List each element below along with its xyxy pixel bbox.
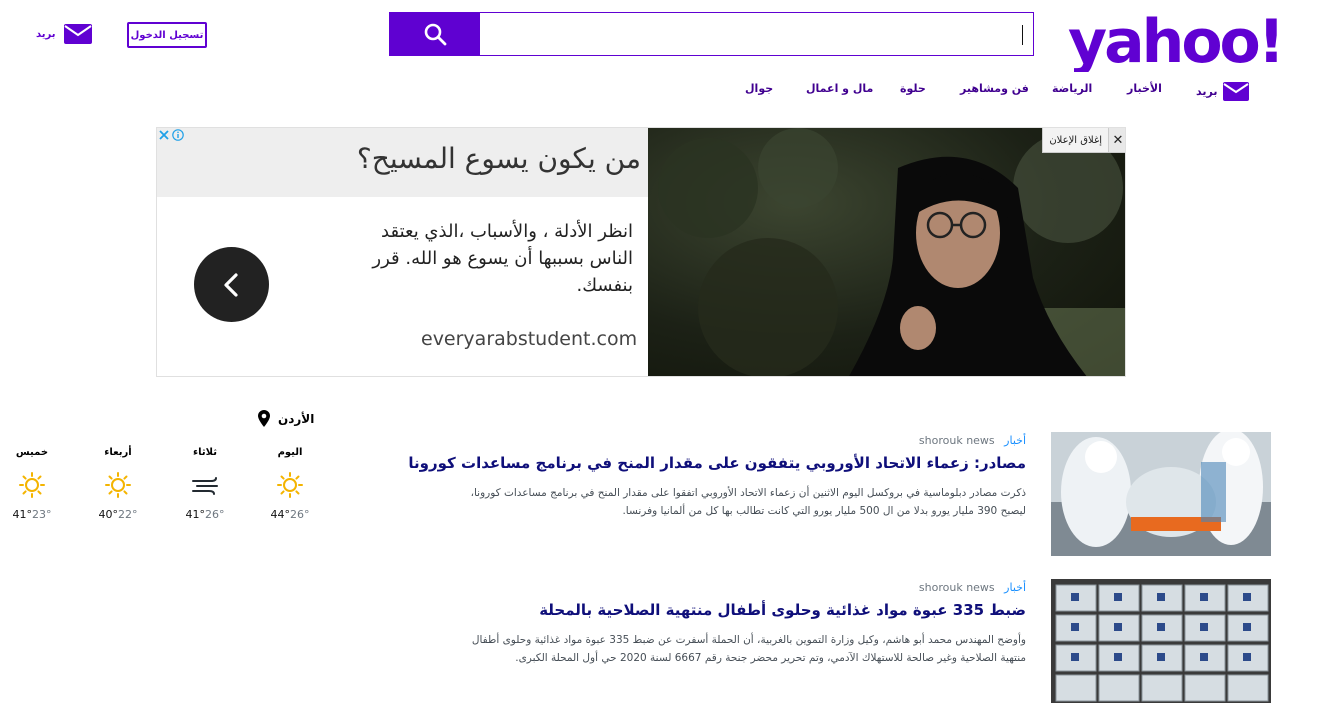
news-meta: أخبار shorouk news: [919, 581, 1026, 594]
ad-url[interactable]: everyarabstudent.com: [421, 328, 637, 350]
temp-low: 26°: [290, 508, 310, 521]
news-category[interactable]: أخبار: [1004, 434, 1026, 447]
location-pin-icon: [258, 410, 270, 427]
close-icon: ✕: [1108, 128, 1125, 152]
news-source: shorouk news: [918, 434, 995, 447]
mail-label: بريد: [36, 28, 56, 40]
ad-next-button[interactable]: [194, 247, 269, 322]
nav-item-sports[interactable]: الرياضة: [1052, 82, 1092, 102]
ad-banner[interactable]: من يكون يسوع المسيح؟ انظر الأدلة ، والأس…: [156, 127, 1126, 377]
location-label: الأردن: [278, 411, 315, 426]
news-title[interactable]: ضبط 335 عبوة مواد غذائية وحلوى أطفال منت…: [436, 601, 1026, 619]
weather-temps: 41°26°: [175, 508, 235, 521]
info-icon: [172, 129, 184, 141]
ad-image[interactable]: إغلاق الإعلان ✕: [648, 128, 1125, 376]
news-thumbnail[interactable]: [1051, 579, 1271, 703]
wind-icon: [175, 472, 235, 498]
news-item[interactable]: أخبار shorouk news ضبط 335 عبوة مواد غذا…: [430, 579, 1271, 703]
mail-link[interactable]: بريد: [36, 24, 92, 44]
news-summary: ذكرت مصادر دبلوماسية في بروكسل اليوم الا…: [470, 487, 1026, 517]
ad-close-button[interactable]: إغلاق الإعلان ✕: [1042, 128, 1125, 153]
weather-day-label: ثلاثاء: [193, 447, 217, 458]
close-icon: [159, 130, 169, 140]
ad-photo-illustration: [658, 128, 1125, 376]
ad-close-label: إغلاق الإعلان: [1049, 134, 1102, 146]
sun-icon: [2, 472, 62, 498]
temp-low: 22°: [118, 508, 138, 521]
news-meta: أخبار shorouk news: [919, 434, 1026, 447]
news-item[interactable]: أخبار shorouk news مصادر: زعماء الاتحاد …: [408, 432, 1271, 556]
news-summary: وأوضح المهندس محمد أبو هاشم، وكيل وزارة …: [471, 634, 1026, 664]
text-caret: [1022, 25, 1023, 45]
sun-icon: [260, 472, 320, 498]
nav-mail[interactable]: بريد: [1196, 82, 1250, 101]
ad-headline[interactable]: من يكون يسوع المسيح؟: [357, 142, 641, 175]
ad-body-text: انظر الأدلة ، والأسباب ،الذي يعتقد الناس…: [372, 221, 633, 296]
search-input[interactable]: [480, 13, 1033, 55]
weather-temps: 44°26°: [260, 508, 320, 521]
mail-icon: [1223, 82, 1250, 101]
news-photo-illustration: [1051, 432, 1271, 556]
temp-high: 40°: [98, 508, 119, 521]
search-icon: [424, 23, 447, 46]
news-thumbnail[interactable]: [1051, 432, 1271, 556]
nav-item-finance[interactable]: مال و اعمال: [806, 82, 873, 102]
weather-temps: 40°22°: [88, 508, 148, 521]
weather-temps: 41°23°: [2, 508, 62, 521]
nav-item-mobile[interactable]: جوال: [745, 82, 773, 102]
news-photo-illustration: [1051, 579, 1271, 703]
search-button[interactable]: [390, 13, 480, 55]
signin-label: تسجيل الدخول: [130, 29, 204, 41]
weather-day-label: أربعاء: [104, 447, 132, 458]
news-source: shorouk news: [918, 581, 995, 594]
nav-item-style[interactable]: حلوة: [900, 82, 926, 102]
weather-day-label: اليوم: [277, 447, 303, 458]
temp-high: 41°: [185, 508, 206, 521]
yahoo-logo[interactable]: yahoo!: [1068, 6, 1278, 72]
weather-location[interactable]: الأردن: [258, 410, 314, 427]
temp-high: 44°: [270, 508, 291, 521]
temp-low: 23°: [32, 508, 52, 521]
ad-choices[interactable]: [159, 129, 184, 141]
signin-button[interactable]: تسجيل الدخول: [127, 22, 207, 48]
nav-item-news[interactable]: الأخبار: [1127, 82, 1162, 102]
temp-high: 41°: [12, 508, 33, 521]
search-bar: [389, 12, 1034, 56]
temp-low: 26°: [205, 508, 225, 521]
news-category[interactable]: أخبار: [1004, 581, 1026, 594]
news-title[interactable]: مصادر: زعماء الاتحاد الأوروبي يتفقون على…: [408, 454, 1026, 472]
chevron-left-icon: [223, 272, 238, 297]
nav-mail-label: بريد: [1196, 85, 1218, 98]
nav-item-celebrity[interactable]: فن ومشاهير: [960, 82, 1029, 102]
mail-icon: [63, 24, 92, 44]
weather-day-label: خميس: [15, 447, 49, 458]
logo-text: yahoo!: [1068, 7, 1278, 72]
sun-icon: [88, 472, 148, 498]
